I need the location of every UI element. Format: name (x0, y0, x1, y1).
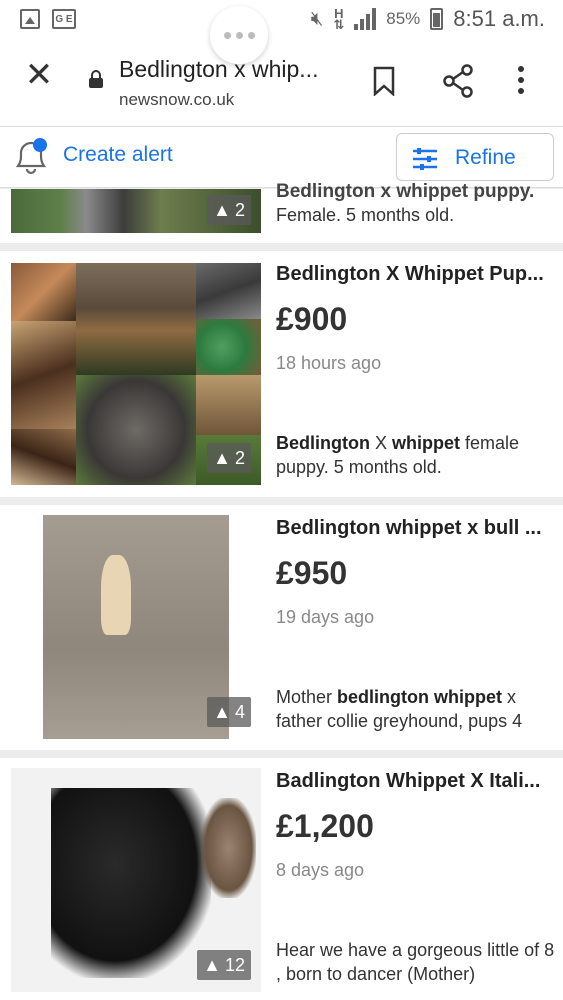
listing-time: 18 hours ago (276, 353, 382, 373)
image-count-badge: ▲ 2 (207, 443, 251, 473)
battery-percent: 85% (386, 9, 421, 28)
listing-image[interactable]: ▲ 12 (11, 768, 261, 992)
image-count-badge: ▲ 12 (197, 950, 251, 980)
clock: 8:51 a.m. (453, 6, 545, 31)
listing-card[interactable]: ▲ 2 Bedlington X Whippet Pup... £900 18 … (0, 251, 563, 497)
listing-title[interactable]: Bedlington x whippet puppy. (276, 181, 558, 203)
image-count-badge: ▲ 4 (207, 697, 251, 727)
signal-icon (354, 8, 377, 30)
filter-sliders-icon (413, 148, 437, 170)
status-bar: G E 🔇︎ H ⇅ 85% 8:51 a.m. (0, 0, 563, 40)
listing-description: Hear we have a gorgeous little of 8 , bo… (276, 940, 555, 984)
listing-description: Bedlington X whippet female puppy. 5 mon… (276, 433, 520, 477)
image-icon: ▲ (213, 701, 231, 722)
listing-title[interactable]: Bedlington whippet x bull ... (276, 517, 558, 540)
page-title: Bedlington x whip... (119, 56, 319, 82)
image-icon: ▲ (203, 954, 221, 975)
page-url: newsnow.co.uk (119, 90, 235, 109)
alert-bar: Create alert Refine (0, 126, 563, 188)
more-options-icon[interactable] (518, 66, 524, 94)
bell-icon[interactable] (12, 135, 50, 175)
listing-description: Mother bedlington whippet x father colli… (276, 687, 523, 731)
image-count-badge: ▲ 2 (207, 195, 251, 225)
lock-icon (89, 70, 103, 88)
image-count: 2 (234, 199, 245, 220)
bookmark-icon[interactable] (372, 66, 396, 96)
image-icon: ▲ (213, 199, 231, 220)
image-count: 4 (234, 701, 245, 722)
image-count: 12 (224, 954, 245, 975)
listing-price: £950 (276, 555, 348, 591)
listing-title[interactable]: Badlington Whippet X Itali... (276, 770, 558, 793)
share-icon[interactable] (442, 64, 474, 98)
listing-time: 19 days ago (276, 607, 375, 627)
refine-label: Refine (455, 146, 516, 169)
listing-price: £1,200 (276, 808, 374, 844)
mute-icon: 🔇︎ (310, 7, 324, 30)
listing-card[interactable]: ▲ 4 Bedlington whippet x bull ... £950 1… (0, 505, 563, 750)
listing-image[interactable]: ▲ 2 (11, 263, 261, 485)
create-alert-link[interactable]: Create alert (63, 143, 173, 167)
battery-icon (430, 8, 444, 30)
image-icon: ▲ (213, 447, 231, 468)
listing-image[interactable]: ▲ 2 (11, 189, 261, 233)
listing-time: 8 days ago (276, 860, 365, 880)
listing-price: £900 (276, 301, 348, 337)
listing-image[interactable]: ▲ 4 (11, 515, 261, 739)
image-count: 2 (234, 447, 245, 468)
listing-card[interactable]: ▲ 2 Bedlington x whippet puppy. Female. … (0, 181, 563, 243)
listing-description: Female. 5 months old. (276, 205, 455, 225)
network-notification-icon: G E (52, 9, 76, 29)
drag-handle[interactable] (210, 6, 268, 64)
gallery-notification-icon (20, 9, 40, 29)
listing-card[interactable]: ▲ 12 Badlington Whippet X Itali... £1,20… (0, 758, 563, 1000)
network-type-icon: H ⇅ (333, 6, 345, 32)
close-icon[interactable]: ✕ (22, 58, 56, 94)
listing-title[interactable]: Bedlington X Whippet Pup... (276, 263, 558, 286)
refine-button[interactable]: Refine (396, 133, 554, 181)
custom-tab-toolbar: ✕ Bedlington x whip... newsnow.co.uk (0, 40, 563, 126)
